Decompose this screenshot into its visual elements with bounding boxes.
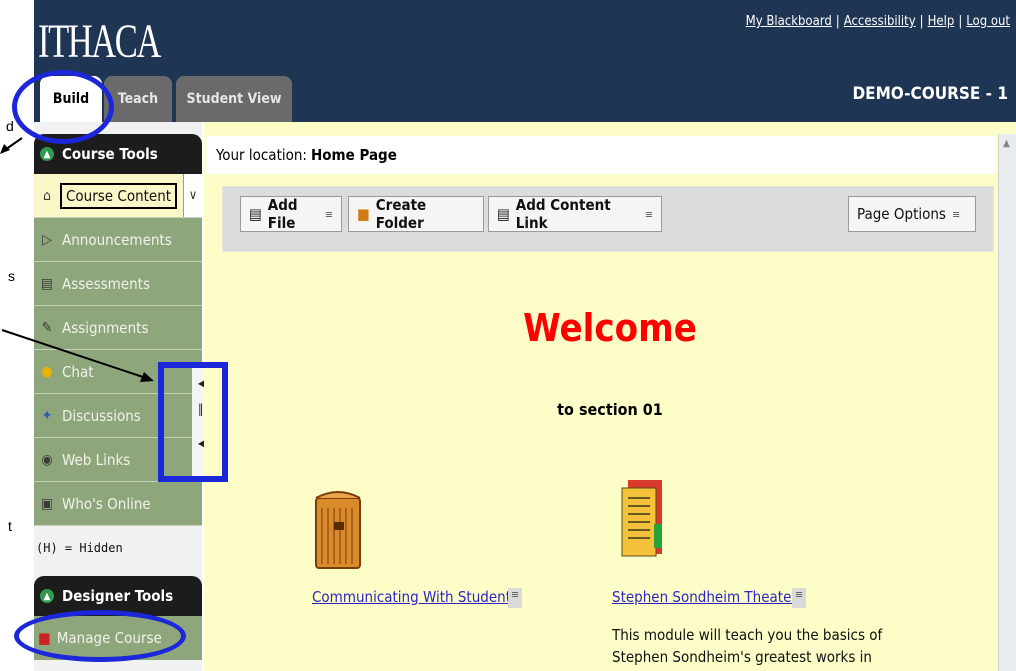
annotation-arrows xyxy=(0,137,154,382)
arrowhead-icon xyxy=(0,144,10,154)
annotation-arrow xyxy=(1,329,147,379)
arrowhead-icon xyxy=(140,372,154,382)
